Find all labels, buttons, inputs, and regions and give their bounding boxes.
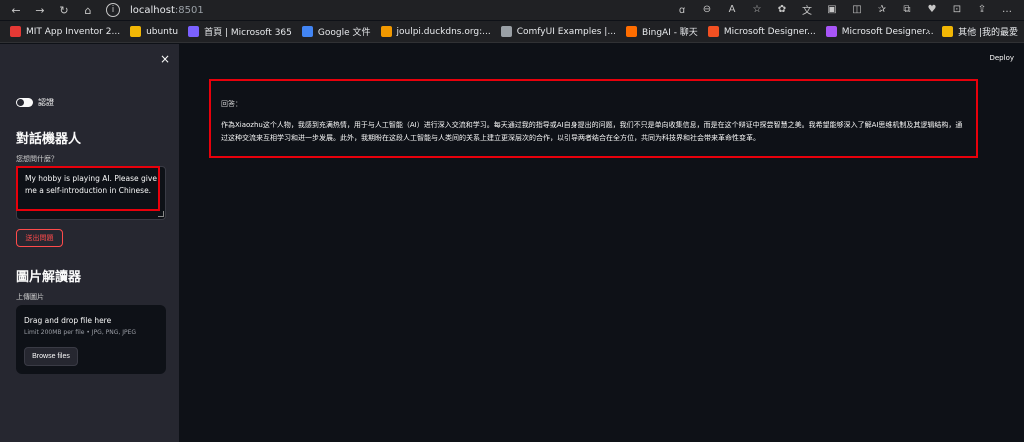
favorite-star-icon[interactable]: ☆ (750, 2, 764, 16)
split-screen-icon[interactable]: ◫ (850, 2, 864, 16)
dropzone-title: Drag and drop file here (24, 316, 112, 325)
bookmark-label: BingAI - 聊天 (641, 28, 698, 38)
other-favorites-label: 其他 |我的最愛 (958, 28, 1018, 38)
bookmark-favicon-icon (188, 26, 200, 37)
question-textarea[interactable]: My hobby is playing AI. Please give me a… (16, 166, 166, 220)
other-favorites[interactable]: › 其他 |我的最愛 (926, 25, 1018, 38)
toggle-label: 認證 (38, 98, 54, 107)
bookmark-item[interactable]: Microsoft Designer... (707, 26, 816, 37)
bookmark-favicon-icon (825, 26, 837, 37)
bookmark-label: Microsoft Designer... (841, 26, 934, 37)
browse-files-button[interactable]: Browse files (24, 347, 78, 366)
answer-label: 回答： (221, 100, 242, 108)
bookmark-item[interactable]: MIT App Inventor 2... (10, 26, 120, 37)
answer-text: 作為Xiaozhu这个人物，我感到充满热情，用于与人工智能（AI）进行深入交流和… (221, 121, 963, 142)
bookmark-item[interactable]: Microsoft Designer... (825, 26, 934, 37)
bookmark-label: Google 文件 (317, 28, 371, 38)
reload-icon[interactable]: ↻ (56, 2, 72, 18)
forward-icon[interactable]: → (32, 2, 48, 18)
bookmark-item[interactable]: Google 文件 (301, 25, 371, 38)
home-icon[interactable]: ⌂ (80, 2, 96, 18)
bookmark-item[interactable]: 首頁 | Microsoft 365 (188, 25, 292, 38)
bookmark-label: MIT App Inventor 2... (26, 26, 121, 37)
chevron-right-icon[interactable]: › (926, 27, 930, 37)
main-content: Deploy 回答： 作為Xiaozhu这个人物，我感到充满热情，用于与人工智能… (179, 44, 1024, 442)
sidebar: × 認證 對話機器人 您想問什麼？ My hobby is playing AI… (0, 44, 179, 442)
browser-toolbar: ← → ↻ ⌂ i localhost:8501 ꭤ ⊖ A ☆ ✿ 文 ▣ ◫… (0, 0, 1024, 20)
screenshot-icon[interactable]: ⊡ (950, 2, 964, 16)
bookmark-label: Microsoft Designer... (723, 26, 816, 37)
streamlit-app: × 認證 對話機器人 您想問什麼？ My hobby is playing AI… (0, 44, 1024, 442)
collections-icon[interactable]: ⧉ (900, 2, 914, 16)
extension-icon[interactable]: ✿ (775, 2, 789, 16)
site-info-icon[interactable]: i (106, 3, 120, 17)
image-reader-heading: 圖片解讀器 (16, 270, 82, 285)
auth-toggle-row[interactable]: 認證 (16, 97, 54, 108)
more-icon[interactable]: … (1000, 2, 1014, 16)
bookmark-favicon-icon (707, 26, 719, 37)
read-aloud-icon[interactable]: ꭤ (675, 2, 689, 16)
send-question-button[interactable]: 送出問題 (16, 229, 63, 247)
deploy-button[interactable]: Deploy (989, 54, 1014, 62)
address-bar[interactable]: i localhost:8501 (106, 1, 726, 19)
bookmark-favicon-icon (500, 26, 512, 37)
toggle-switch[interactable] (16, 98, 33, 107)
upload-label: 上傳圖片 (16, 293, 44, 301)
folder-icon (130, 26, 142, 37)
bookmark-favicon-icon (380, 26, 392, 37)
bookmark-item[interactable]: BingAI - 聊天 (625, 25, 698, 38)
bookmark-item[interactable]: ComfyUI Examples |... (500, 26, 616, 37)
bookmark-label: joulpi.duckdns.org:... (396, 26, 491, 37)
bookmark-label: 首頁 | Microsoft 365 (204, 28, 292, 38)
bookmark-label: ComfyUI Examples |... (516, 26, 616, 37)
bookmark-label: ubuntu (146, 26, 179, 37)
resize-handle-icon[interactable] (158, 211, 164, 217)
back-icon[interactable]: ← (8, 2, 24, 18)
share-icon[interactable]: ⇪ (975, 2, 989, 16)
bookmark-item[interactable]: joulpi.duckdns.org:... (380, 26, 491, 37)
url-host: localhost (130, 4, 175, 16)
bookmark-favicon-icon (10, 26, 21, 37)
extension2-icon[interactable]: ▣ (825, 2, 839, 16)
close-sidebar-icon[interactable]: × (160, 52, 170, 66)
bookmark-favicon-icon (625, 26, 637, 37)
answer-box: 回答： 作為Xiaozhu这个人物，我感到充满热情，用于与人工智能（AI）进行深… (209, 79, 978, 158)
bookmark-favicon-icon (301, 26, 313, 37)
question-label: 您想問什麼？ (16, 155, 58, 163)
zoom-icon[interactable]: ⊖ (700, 2, 714, 16)
bookmarks-bar: MIT App Inventor 2... ubuntu 首頁 | Micros… (0, 21, 1024, 43)
url-port: :8501 (174, 4, 204, 16)
file-dropzone[interactable]: Drag and drop file here Limit 200MB per … (16, 305, 166, 374)
translate-icon[interactable]: 文 (800, 2, 814, 17)
immersive-reader-icon[interactable]: A (725, 2, 739, 16)
folder-icon (942, 26, 954, 37)
favorites-icon[interactable]: ✰ (875, 2, 889, 16)
dropzone-limit: Limit 200MB per file • JPG, PNG, JPEG (24, 329, 137, 336)
health-icon[interactable]: ♥ (925, 2, 939, 16)
chatbot-heading: 對話機器人 (16, 132, 82, 147)
bookmark-item[interactable]: ubuntu (130, 26, 178, 37)
